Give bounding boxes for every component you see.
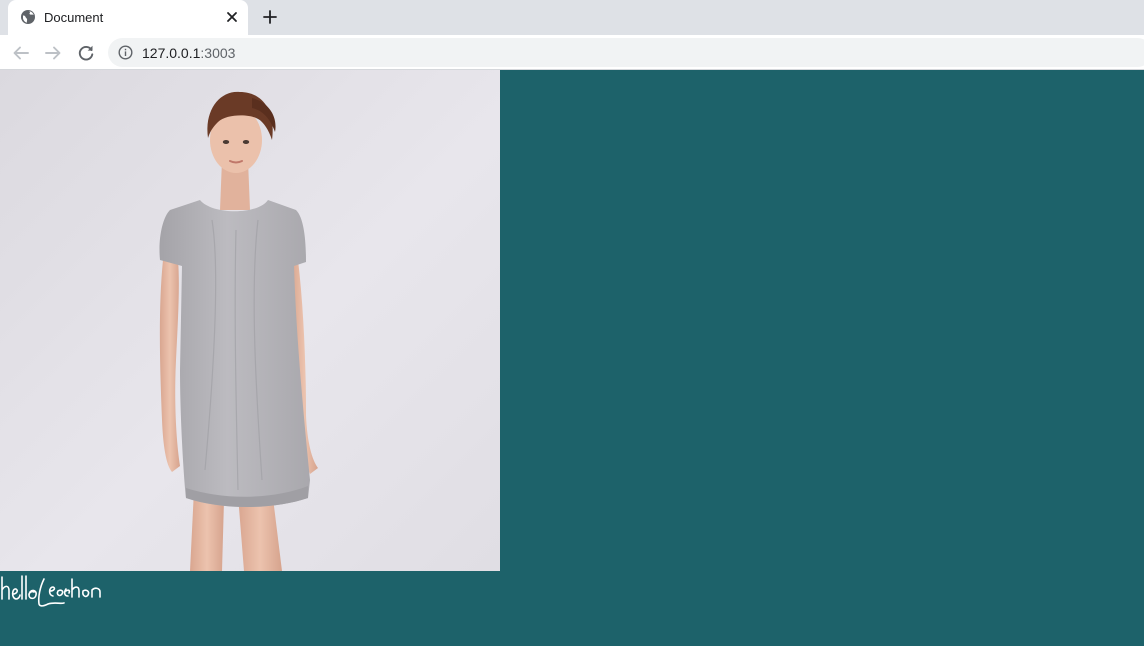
info-icon[interactable] <box>118 45 133 60</box>
signature-logo <box>1 575 101 607</box>
reload-icon[interactable] <box>75 42 97 64</box>
page-content <box>0 70 1144 646</box>
close-icon[interactable] <box>224 9 240 25</box>
arrow-left-icon[interactable] <box>10 42 32 64</box>
url-text[interactable]: 127.0.0.1:3003 <box>142 45 235 61</box>
address-bar[interactable]: 127.0.0.1:3003 <box>108 38 1144 67</box>
tab-title: Document <box>44 10 104 25</box>
tab-strip: Document <box>0 0 1144 35</box>
browser-toolbar: 127.0.0.1:3003 <box>0 35 1144 70</box>
product-photo <box>0 70 500 571</box>
globe-icon <box>21 10 35 24</box>
url-port: :3003 <box>200 45 236 61</box>
arrow-right-icon[interactable] <box>42 42 64 64</box>
tab-document[interactable]: Document <box>8 0 248 35</box>
url-host: 127.0.0.1 <box>142 45 201 61</box>
plus-icon[interactable] <box>260 7 280 27</box>
